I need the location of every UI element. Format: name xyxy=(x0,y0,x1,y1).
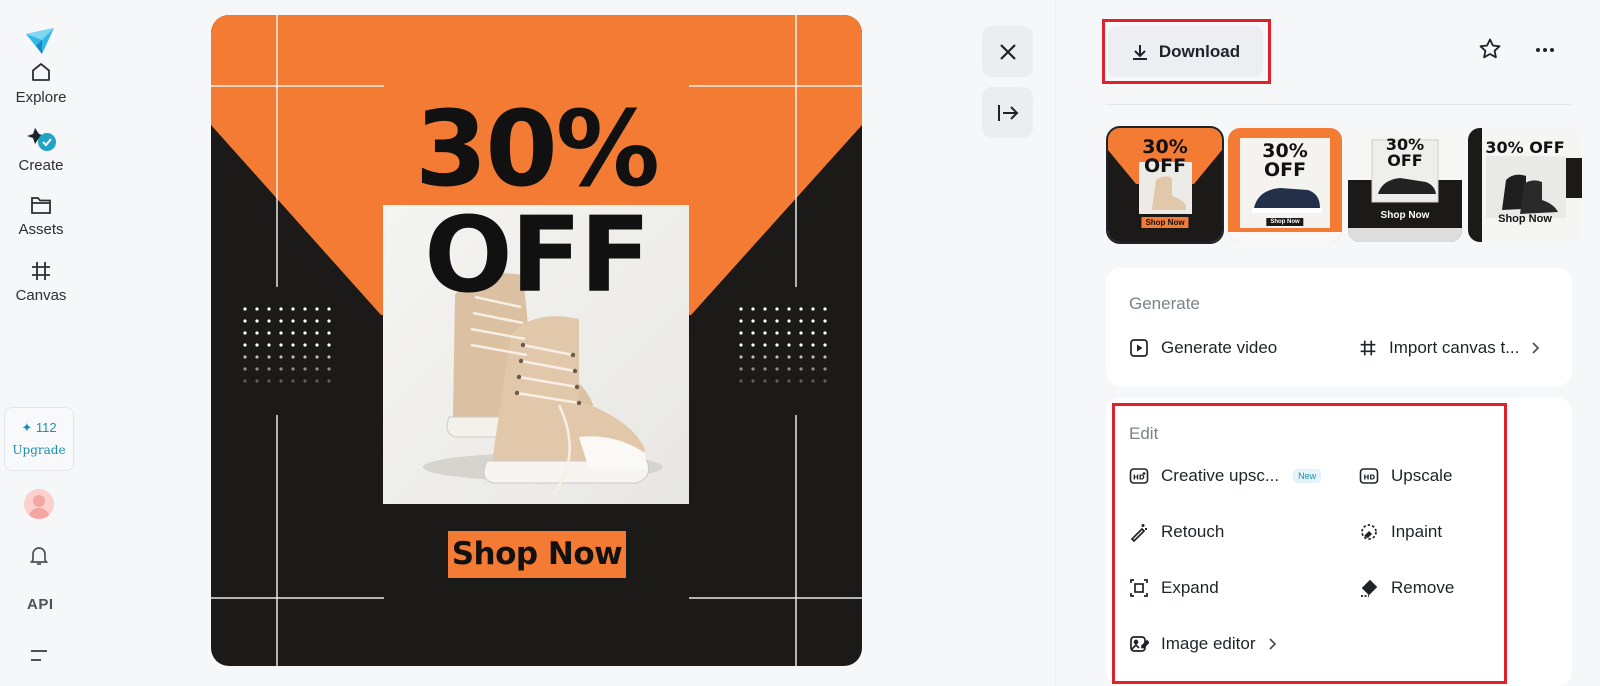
variation-thumbnail[interactable]: 30% OFF Shop Now xyxy=(1348,128,1462,242)
home-icon xyxy=(32,63,50,81)
section-title: Generate xyxy=(1129,294,1200,313)
thumbnail-cta: Shop Now xyxy=(1141,217,1189,228)
upgrade-link[interactable]: Upgrade xyxy=(5,443,73,457)
download-label: Download xyxy=(1158,41,1241,61)
poster-headline: OFF xyxy=(424,194,651,316)
arrow-to-right-icon xyxy=(997,104,1018,121)
thumbnail-cta: Shop Now xyxy=(1498,213,1552,225)
menu-icon[interactable] xyxy=(30,648,50,664)
poster-headline: 30% xyxy=(415,88,660,210)
credits-count: ✦ 112 xyxy=(21,420,57,435)
chevron-right-icon xyxy=(1532,342,1540,354)
collapse-panel-button[interactable] xyxy=(982,87,1033,138)
generate-section: Generate Generate video Import canvas t.… xyxy=(1106,268,1572,386)
generate-video-button[interactable]: Generate video xyxy=(1129,338,1277,358)
credits-upgrade-button[interactable]: ✦ 112 Upgrade xyxy=(4,407,74,471)
thumbnail-cta: Shop Now xyxy=(1266,218,1304,226)
bell-icon[interactable] xyxy=(27,543,51,567)
edit-highlight xyxy=(1112,403,1507,684)
close-icon xyxy=(999,43,1016,60)
star-icon[interactable] xyxy=(1478,37,1502,61)
sidebar-item-label: Create xyxy=(18,157,64,174)
user-avatar-icon xyxy=(28,495,50,519)
variation-thumbnail[interactable]: 30% OFF Shop Now xyxy=(1468,128,1582,242)
dot-pattern-left xyxy=(243,307,331,383)
thumbnail-headline: 30% OFF xyxy=(1142,136,1188,177)
download-icon xyxy=(1132,44,1147,60)
download-button[interactable]: Download xyxy=(1108,26,1263,77)
sidebar-item-create[interactable]: Create xyxy=(0,126,82,174)
action-label: Generate video xyxy=(1161,338,1278,357)
thumbnail-cta: Shop Now xyxy=(1380,210,1430,221)
sidebar: Explore Create Assets Canvas ✦ 112 Upgra… xyxy=(0,0,82,686)
thumbnail-headline: 30% OFF xyxy=(1262,140,1308,181)
import-canvas-button[interactable]: Import canvas t... xyxy=(1359,338,1541,358)
folder-icon xyxy=(31,197,51,214)
sidebar-item-assets[interactable]: Assets xyxy=(0,194,82,238)
more-options-icon[interactable] xyxy=(1533,37,1557,61)
play-square-icon xyxy=(1130,339,1148,357)
api-link[interactable]: API xyxy=(27,596,54,613)
avatar[interactable] xyxy=(24,489,54,519)
sidebar-item-canvas[interactable]: Canvas xyxy=(0,260,82,304)
poster-cta: Shop Now xyxy=(448,531,626,578)
dot-pattern-right xyxy=(739,307,827,383)
app-logo-icon[interactable] xyxy=(24,24,56,56)
close-button[interactable] xyxy=(982,26,1033,77)
sidebar-item-explore[interactable]: Explore xyxy=(0,60,82,106)
canvas-icon xyxy=(1360,340,1376,356)
sidebar-item-label: Canvas xyxy=(15,287,67,304)
panel-divider xyxy=(1055,0,1056,686)
canvas-icon xyxy=(32,262,50,280)
panel-header-divider xyxy=(1106,104,1572,105)
variation-thumbnail[interactable]: 30% OFF Shop Now xyxy=(1228,128,1342,242)
thumbnail-headline: 30% OFF xyxy=(1385,135,1425,170)
variation-thumbnail[interactable]: 30% OFF Shop Now xyxy=(1106,126,1224,244)
generated-image[interactable]: 30% OFF Shop Now xyxy=(211,15,862,666)
sidebar-item-label: Assets xyxy=(18,221,64,238)
action-label: Import canvas t... xyxy=(1389,338,1520,357)
sidebar-item-label: Explore xyxy=(15,89,67,106)
thumbnail-headline: 30% OFF xyxy=(1485,138,1565,157)
create-icon xyxy=(27,128,56,151)
